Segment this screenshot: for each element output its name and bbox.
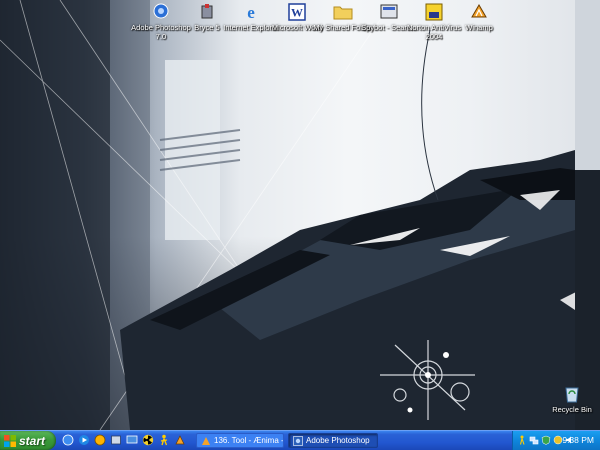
taskbar-button-label: 136. Tool - Ænima - ...	[214, 436, 284, 445]
tray-aim-icon[interactable]	[517, 435, 527, 445]
quick-launch-media-icon[interactable]	[78, 434, 90, 446]
desktop-icon-winamp[interactable]: Winamp	[448, 2, 510, 33]
system-tray: 9:38 PM	[512, 431, 600, 450]
abstract-wallpaper-art	[0, 0, 600, 430]
quick-launch-aim-icon[interactable]	[158, 434, 170, 446]
quick-launch-radiation-icon[interactable]	[142, 434, 154, 446]
photoshop-icon	[150, 2, 172, 22]
taskbar-button-photoshop[interactable]: Adobe Photoshop	[288, 433, 378, 448]
spybot-icon	[378, 2, 400, 22]
internet-explorer-icon: e	[247, 2, 255, 22]
taskbar-button-label: Adobe Photoshop	[306, 436, 370, 445]
taskbar-button-winamp[interactable]: 136. Tool - Ænima - ...	[196, 433, 284, 448]
bryce-icon	[196, 2, 218, 22]
taskbar: start 136. Tool - Ænima - ... Adobe Phot…	[0, 430, 600, 450]
tray-network-icon[interactable]	[529, 435, 539, 445]
quick-launch-shortcut-icon[interactable]	[110, 434, 122, 446]
winamp-icon	[468, 2, 490, 22]
quick-launch-messenger-icon[interactable]	[94, 434, 106, 446]
start-button[interactable]: start	[0, 431, 56, 450]
winamp-icon	[202, 436, 210, 445]
svg-text:W: W	[291, 6, 303, 20]
desktop-icon-recycle-bin[interactable]: Recycle Bin	[544, 384, 600, 415]
quick-launch-desktop-icon[interactable]	[126, 434, 138, 446]
norton-icon	[423, 2, 445, 22]
desktop-icon-label: Winamp	[465, 23, 493, 32]
quick-launch-ie-icon[interactable]	[62, 434, 74, 446]
desktop-icon-label: Recycle Bin	[552, 405, 592, 414]
word-icon: W	[286, 2, 308, 22]
desktop-wallpaper: Adobe Photoshop 7.0 Bryce 5 e Internet E…	[0, 0, 600, 430]
folder-icon	[332, 2, 354, 22]
photoshop-icon	[293, 435, 303, 446]
quick-launch-winamp-icon[interactable]	[174, 434, 186, 446]
clock[interactable]: 9:38 PM	[562, 435, 594, 445]
recycle-bin-icon	[561, 384, 583, 404]
windows-flag-icon	[4, 434, 16, 447]
start-label: start	[19, 433, 46, 448]
tray-security-icon[interactable]	[541, 435, 551, 445]
